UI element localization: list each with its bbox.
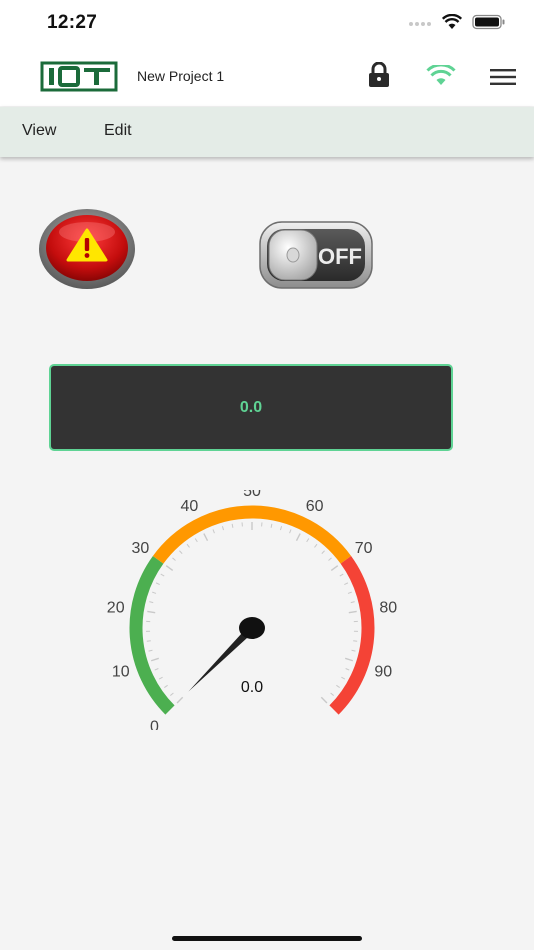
gauge-tick-label: 90 xyxy=(374,664,392,681)
status-time: 12:27 xyxy=(47,12,98,33)
display-value: 0.0 xyxy=(239,399,263,416)
gauge-tick xyxy=(170,692,174,696)
gauge-tick xyxy=(231,523,234,528)
menu-bar: View Edit xyxy=(0,107,534,157)
gauge-tick xyxy=(328,557,332,561)
gauge-tick xyxy=(347,591,352,594)
gauge-tick xyxy=(158,676,163,680)
home-indicator xyxy=(172,936,362,941)
project-title[interactable]: New Project 1 xyxy=(137,68,224,84)
cellular-signal-icon xyxy=(409,22,431,26)
gauge-tick xyxy=(146,640,151,642)
gauge-tick xyxy=(150,657,160,662)
gauge-tick xyxy=(270,523,273,528)
gauge-tick xyxy=(147,610,156,614)
gauge-tick xyxy=(148,649,153,652)
gauge-tick-label: 70 xyxy=(355,540,373,557)
gauge-tick xyxy=(165,565,174,571)
gauge-tick xyxy=(194,538,198,543)
app-header: New Project 1 xyxy=(0,48,534,106)
switch-widget[interactable]: OFF xyxy=(259,221,373,289)
battery-icon xyxy=(472,14,505,30)
gauge-tick-label: 10 xyxy=(112,664,130,681)
gauge-tick-label: 30 xyxy=(131,540,149,557)
gauge-tick xyxy=(212,529,215,534)
wifi-icon xyxy=(442,14,462,29)
gauge-widget[interactable]: 0 10 20 30 40 50 60 70 80 90 0.0 xyxy=(90,483,430,736)
gauge-tick xyxy=(203,533,209,541)
gauge-tick-label: 60 xyxy=(306,498,324,515)
gauge-tick-label: 20 xyxy=(107,599,125,616)
gauge-tick xyxy=(341,676,346,680)
alarm-led-widget[interactable] xyxy=(38,208,136,290)
gauge-tick-label: 0 xyxy=(150,719,159,730)
gauge-tick xyxy=(186,543,190,548)
status-icons xyxy=(408,14,506,30)
hamburger-menu-icon[interactable] xyxy=(490,69,516,90)
gauge-tick xyxy=(348,610,357,614)
gauge-zone-1 xyxy=(152,505,352,564)
gauge-tick xyxy=(320,696,328,704)
iot-logo xyxy=(40,59,118,98)
gauge-tick xyxy=(154,668,159,671)
gauge-tick xyxy=(344,582,349,586)
gauge-tick xyxy=(336,684,340,688)
gauge-tick-label: 50 xyxy=(243,490,261,500)
gauge-tick-label: 40 xyxy=(180,498,198,515)
switch-state-label: OFF xyxy=(318,244,362,269)
gauge-tick xyxy=(172,557,176,561)
wifi-icon[interactable] xyxy=(426,63,456,92)
gauge-tick xyxy=(306,538,310,543)
menu-view[interactable]: View xyxy=(22,122,56,140)
gauge-tick xyxy=(160,573,165,577)
gauge-needle-hub xyxy=(239,617,265,639)
gauge-tick xyxy=(164,684,168,688)
gauge-tick xyxy=(350,601,355,604)
gauge-tick xyxy=(155,582,160,586)
gauge-tick xyxy=(330,565,339,571)
gauge-tick xyxy=(152,591,157,594)
gauge-tick xyxy=(179,550,183,554)
gauge-tick xyxy=(321,550,325,554)
gauge-tick-label: 80 xyxy=(379,599,397,616)
gauge-tick xyxy=(345,668,350,671)
status-bar: 12:27 xyxy=(0,0,534,48)
gauge-tick xyxy=(351,649,356,652)
gauge-tick xyxy=(149,601,154,604)
gauge-tick xyxy=(295,533,301,541)
gauge-value-label: 0.0 xyxy=(241,679,263,696)
gauge-tick xyxy=(339,573,344,577)
gauge-tick xyxy=(330,692,334,696)
gauge-tick xyxy=(344,657,354,662)
gauge-tick xyxy=(289,529,292,534)
value-display-widget[interactable]: 0.0 xyxy=(49,364,453,451)
gauge-tick xyxy=(353,640,358,642)
gauge-tick xyxy=(314,543,318,548)
gauge-tick xyxy=(279,526,283,531)
gauge-tick xyxy=(221,526,225,531)
lock-icon[interactable] xyxy=(368,61,390,93)
menu-edit[interactable]: Edit xyxy=(104,122,132,140)
gauge-tick xyxy=(176,696,184,704)
